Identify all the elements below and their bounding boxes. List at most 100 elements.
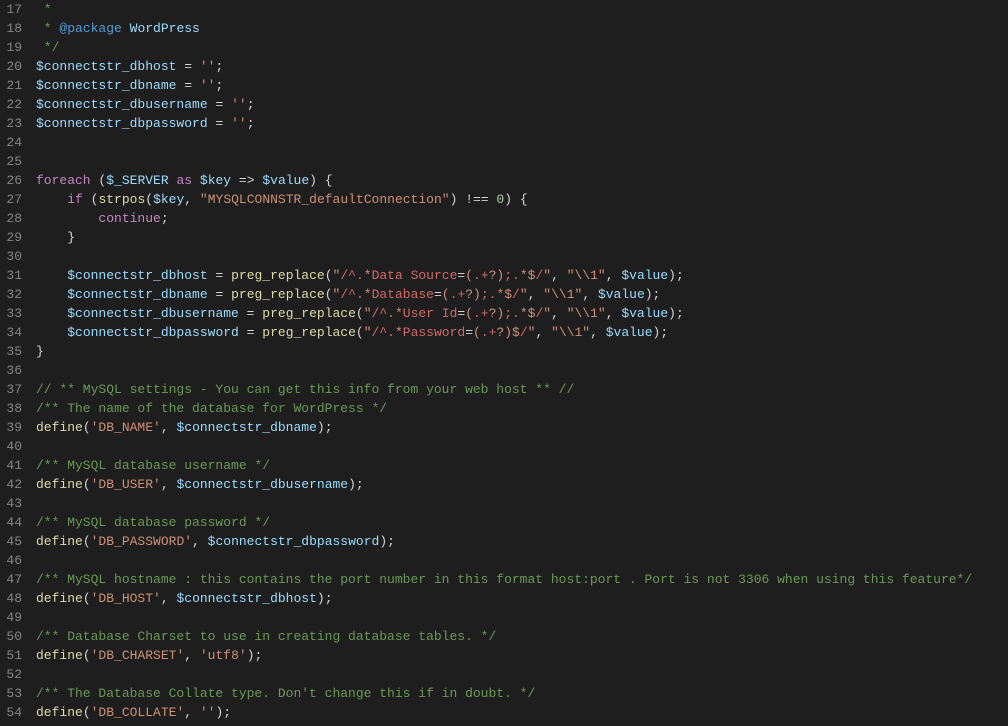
token-var: $connectstr_dbhost bbox=[67, 268, 207, 283]
token-keyword: continue bbox=[98, 211, 160, 226]
code-line[interactable] bbox=[36, 152, 1008, 171]
token-plain bbox=[192, 648, 200, 663]
code-line[interactable]: */ bbox=[36, 38, 1008, 57]
token-var: $_SERVER bbox=[106, 173, 168, 188]
code-line[interactable]: $connectstr_dbname = ''; bbox=[36, 76, 1008, 95]
line-number: 25 bbox=[0, 152, 22, 171]
code-line[interactable]: define('DB_HOST', $connectstr_dbhost); bbox=[36, 589, 1008, 608]
token-plain bbox=[239, 325, 247, 340]
code-line[interactable]: define('DB_NAME', $connectstr_dbname); bbox=[36, 418, 1008, 437]
token-regex: .+ bbox=[473, 306, 489, 321]
token-plain bbox=[83, 192, 91, 207]
token-plain bbox=[192, 59, 200, 74]
code-line[interactable] bbox=[36, 608, 1008, 627]
code-line[interactable]: $connectstr_dbpassword = ''; bbox=[36, 114, 1008, 133]
code-line[interactable]: // ** MySQL settings - You can get this … bbox=[36, 380, 1008, 399]
code-line[interactable]: $connectstr_dbusername = preg_replace("/… bbox=[36, 304, 1008, 323]
token-regcls: *$ bbox=[496, 287, 512, 302]
token-regcls: * bbox=[364, 287, 372, 302]
token-var: $value bbox=[598, 287, 645, 302]
token-punct: , bbox=[192, 534, 200, 549]
code-line[interactable]: $connectstr_dbusername = ''; bbox=[36, 95, 1008, 114]
token-punct: { bbox=[520, 192, 528, 207]
line-number: 45 bbox=[0, 532, 22, 551]
code-line[interactable]: } bbox=[36, 228, 1008, 247]
token-regcls: ( bbox=[473, 325, 481, 340]
code-line[interactable] bbox=[36, 133, 1008, 152]
token-regcls: ?) bbox=[465, 287, 481, 302]
line-number: 31 bbox=[0, 266, 22, 285]
code-line[interactable] bbox=[36, 551, 1008, 570]
code-line[interactable] bbox=[36, 494, 1008, 513]
token-string: "MYSQLCONNSTR_defaultConnection" bbox=[200, 192, 450, 207]
line-number: 41 bbox=[0, 456, 22, 475]
token-regex: ;. bbox=[504, 306, 520, 321]
code-line[interactable]: /** The name of the database for WordPre… bbox=[36, 399, 1008, 418]
token-punct: , bbox=[184, 192, 192, 207]
token-regex: / bbox=[520, 325, 528, 340]
token-regex: /^. bbox=[372, 325, 395, 340]
token-plain bbox=[36, 306, 67, 321]
code-line[interactable] bbox=[36, 665, 1008, 684]
code-line[interactable] bbox=[36, 437, 1008, 456]
code-line[interactable]: /** Database Charset to use in creating … bbox=[36, 627, 1008, 646]
code-line[interactable]: $connectstr_dbhost = preg_replace("/^.*D… bbox=[36, 266, 1008, 285]
token-punct: ( bbox=[325, 287, 333, 302]
token-punct: ); bbox=[668, 268, 684, 283]
token-plain bbox=[598, 325, 606, 340]
code-line[interactable]: * bbox=[36, 0, 1008, 19]
line-number: 53 bbox=[0, 684, 22, 703]
line-number: 26 bbox=[0, 171, 22, 190]
token-punct: , bbox=[184, 705, 192, 720]
code-line[interactable]: continue; bbox=[36, 209, 1008, 228]
code-line[interactable]: /** MySQL database password */ bbox=[36, 513, 1008, 532]
token-punct: ); bbox=[215, 705, 231, 720]
code-line[interactable]: foreach ($_SERVER as $key => $value) { bbox=[36, 171, 1008, 190]
token-punct: } bbox=[67, 230, 75, 245]
token-punct: ; bbox=[215, 78, 223, 93]
token-punct: , bbox=[551, 306, 559, 321]
token-regex: .+ bbox=[450, 287, 466, 302]
code-line[interactable]: /** MySQL database username */ bbox=[36, 456, 1008, 475]
token-punct: ); bbox=[653, 325, 669, 340]
token-comment bbox=[122, 21, 130, 36]
code-line[interactable]: /** MySQL hostname : this contains the p… bbox=[36, 570, 1008, 589]
code-line[interactable]: $connectstr_dbhost = ''; bbox=[36, 57, 1008, 76]
token-comment: /** MySQL database username */ bbox=[36, 458, 270, 473]
code-line[interactable]: $connectstr_dbname = preg_replace("/^.*D… bbox=[36, 285, 1008, 304]
line-number: 52 bbox=[0, 665, 22, 684]
code-line[interactable]: define('DB_COLLATE', ''); bbox=[36, 703, 1008, 722]
token-keyword: foreach bbox=[36, 173, 91, 188]
token-plain bbox=[512, 192, 520, 207]
token-func: define bbox=[36, 420, 83, 435]
token-punct: ( bbox=[356, 325, 364, 340]
token-comment: * bbox=[36, 2, 52, 17]
code-line[interactable]: * @package WordPress bbox=[36, 19, 1008, 38]
token-string: '' bbox=[200, 78, 216, 93]
code-line[interactable]: define('DB_CHARSET', 'utf8'); bbox=[36, 646, 1008, 665]
code-line[interactable] bbox=[36, 361, 1008, 380]
line-number: 29 bbox=[0, 228, 22, 247]
token-func: strpos bbox=[98, 192, 145, 207]
code-line[interactable]: } bbox=[36, 342, 1008, 361]
token-punct: ; bbox=[247, 116, 255, 131]
token-string: "\\1" bbox=[551, 325, 590, 340]
code-line[interactable]: define('DB_PASSWORD', $connectstr_dbpass… bbox=[36, 532, 1008, 551]
token-plain bbox=[543, 325, 551, 340]
token-string: " bbox=[543, 306, 551, 321]
token-plain bbox=[36, 211, 98, 226]
token-func: preg_replace bbox=[231, 268, 325, 283]
token-plain bbox=[223, 287, 231, 302]
token-func: define bbox=[36, 705, 83, 720]
token-string: "\\1" bbox=[567, 306, 606, 321]
token-var: $value bbox=[621, 306, 668, 321]
token-comment: /** The Database Collate type. Don't cha… bbox=[36, 686, 535, 701]
code-line[interactable]: define('DB_USER', $connectstr_dbusername… bbox=[36, 475, 1008, 494]
token-punct: , bbox=[184, 648, 192, 663]
code-line[interactable]: /** The Database Collate type. Don't cha… bbox=[36, 684, 1008, 703]
code-editor[interactable]: 1718192021222324252627282930313233343536… bbox=[0, 0, 1008, 726]
code-line[interactable]: if (strpos($key, "MYSQLCONNSTR_defaultCo… bbox=[36, 190, 1008, 209]
code-content[interactable]: * * @package WordPress */$connectstr_dbh… bbox=[28, 0, 1008, 726]
code-line[interactable] bbox=[36, 247, 1008, 266]
code-line[interactable]: $connectstr_dbpassword = preg_replace("/… bbox=[36, 323, 1008, 342]
